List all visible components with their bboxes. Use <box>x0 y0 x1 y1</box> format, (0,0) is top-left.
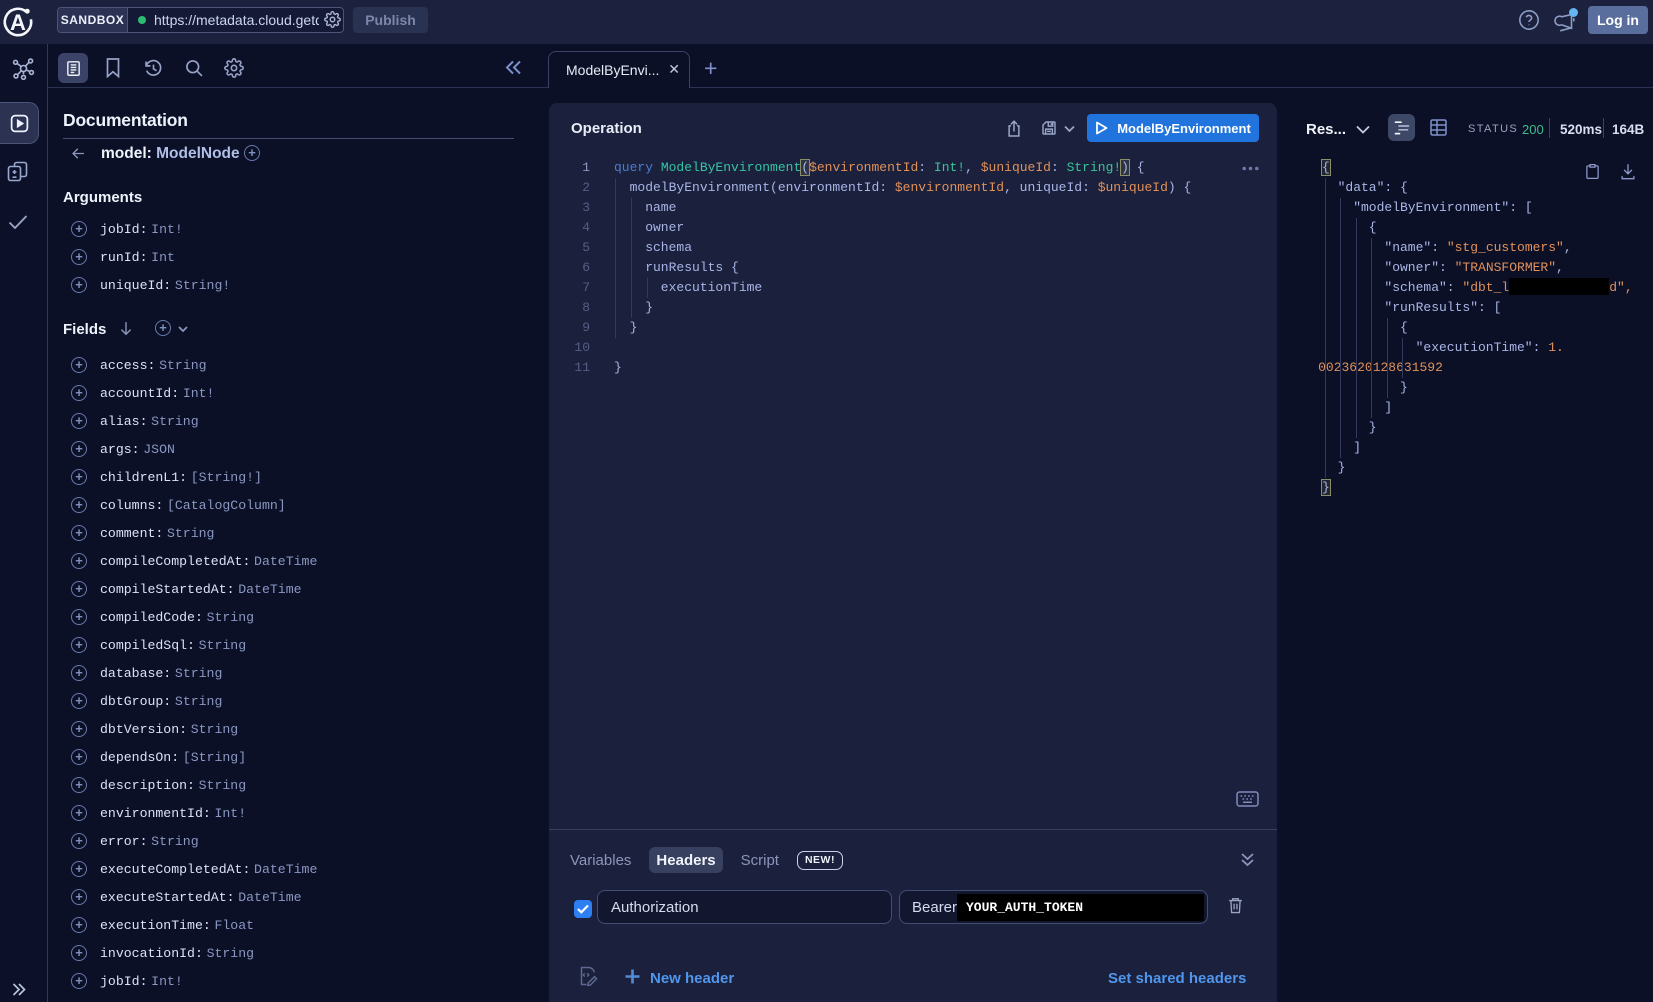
svg-text:A: A <box>10 10 26 35</box>
